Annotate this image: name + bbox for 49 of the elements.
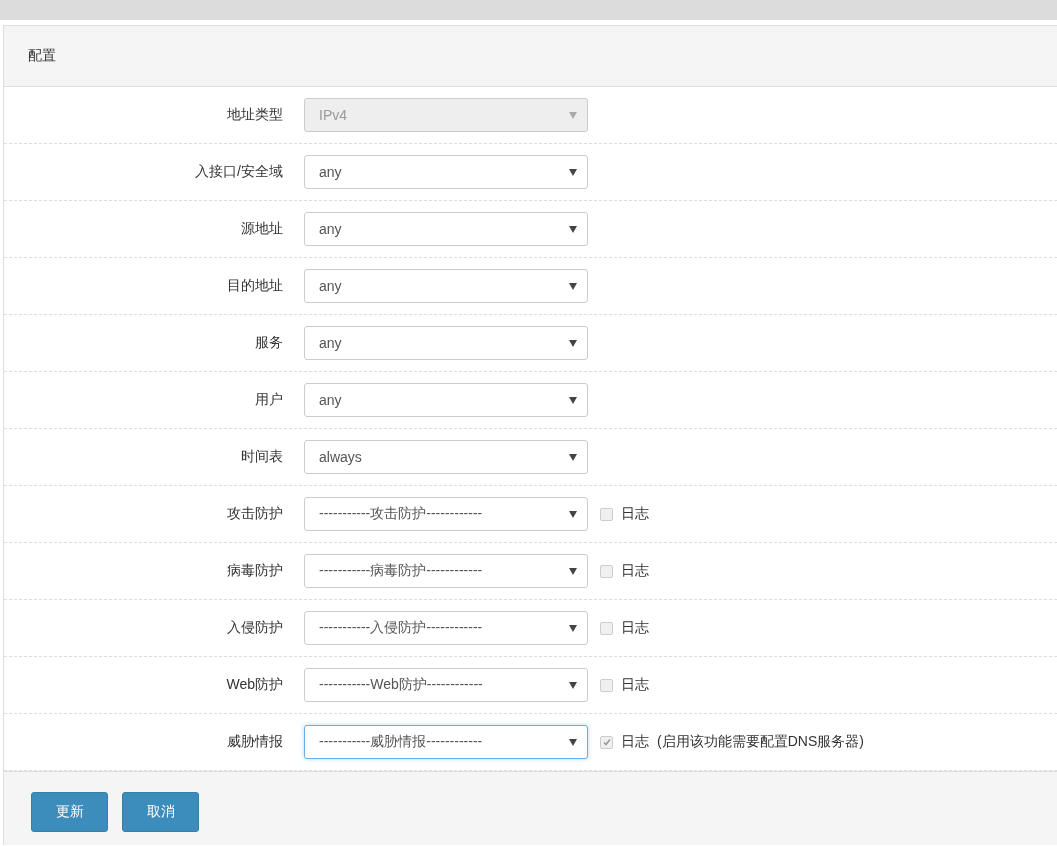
log-checkbox[interactable] (600, 507, 613, 521)
caret-icon (569, 168, 577, 176)
caret-icon (569, 738, 577, 746)
log-checkbox[interactable] (600, 735, 613, 749)
field-label: 服务 (254, 334, 284, 352)
caret-icon (569, 681, 577, 689)
field-label: 威胁情报 (226, 733, 284, 751)
caret-icon (569, 396, 577, 404)
caret-icon (569, 225, 577, 233)
field-label: 目的地址 (226, 277, 284, 295)
field-label: 病毒防护 (226, 562, 284, 580)
field-label: 时间表 (240, 448, 284, 466)
caret-icon (569, 624, 577, 632)
select-field[interactable]: any (304, 269, 588, 303)
caret-icon (569, 282, 577, 290)
log-label: 日志 (621, 505, 649, 523)
log-label: 日志 (621, 676, 649, 694)
log-checkbox[interactable] (600, 678, 613, 692)
log-label: 日志 (621, 562, 649, 580)
select-field[interactable]: -----------病毒防护------------ (304, 554, 588, 588)
log-checkbox[interactable] (600, 564, 613, 578)
select-field[interactable]: -----------Web防护------------ (304, 668, 588, 702)
caret-icon (569, 453, 577, 461)
select-field[interactable]: any (304, 212, 588, 246)
field-label: 攻击防护 (226, 505, 284, 523)
field-label: 源地址 (240, 220, 284, 238)
select-field[interactable]: -----------入侵防护------------ (304, 611, 588, 645)
field-label: 地址类型 (226, 106, 284, 124)
field-label: 入接口/安全域 (194, 163, 284, 181)
select-field[interactable]: any (304, 383, 588, 417)
log-label: 日志 (621, 619, 649, 637)
select-field[interactable]: -----------威胁情报------------ (304, 725, 588, 759)
select-field[interactable]: any (304, 326, 588, 360)
caret-icon (569, 339, 577, 347)
action-button[interactable]: 取消 (122, 792, 199, 832)
panel-title: 配置 (28, 47, 56, 65)
field-label: 用户 (254, 391, 284, 409)
action-button[interactable]: 更新 (31, 792, 108, 832)
log-checkbox[interactable] (600, 621, 613, 635)
select-field[interactable]: -----------攻击防护------------ (304, 497, 588, 531)
select-field[interactable]: always (304, 440, 588, 474)
log-label: 日志 (621, 733, 649, 751)
caret-icon (569, 567, 577, 575)
field-label: Web防护 (225, 676, 284, 694)
field-label: 入侵防护 (226, 619, 284, 637)
log-note: (启用该功能需要配置DNS服务器) (657, 733, 864, 751)
caret-icon (569, 111, 577, 119)
caret-icon (569, 510, 577, 518)
select-field[interactable]: any (304, 155, 588, 189)
